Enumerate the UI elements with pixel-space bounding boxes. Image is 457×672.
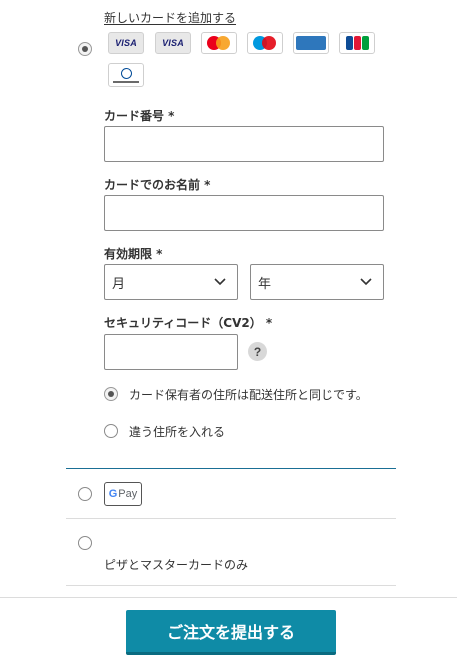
chevron-down-icon bbox=[360, 278, 372, 286]
visa-electron-logo: VISA bbox=[155, 32, 191, 54]
help-icon[interactable]: ? bbox=[248, 342, 267, 361]
google-pay-text: Pay bbox=[118, 488, 138, 500]
footer-divider bbox=[0, 597, 457, 598]
visa-logo-text: VISA bbox=[162, 38, 184, 48]
billing-different-radio[interactable] bbox=[104, 424, 118, 438]
expiry-label: 有効期限 * bbox=[104, 247, 163, 261]
security-code-label: セキュリティコード（CV2） * bbox=[104, 316, 273, 330]
chevron-down-icon bbox=[214, 278, 226, 286]
divider bbox=[66, 518, 396, 519]
add-new-card-link[interactable]: 新しいカードを追加する bbox=[104, 9, 236, 26]
billing-different-label: 違う住所を入れる bbox=[129, 425, 226, 439]
diners-club-logo bbox=[108, 63, 144, 87]
divider bbox=[66, 585, 396, 586]
jcb-logo bbox=[339, 32, 375, 54]
expiry-year-select[interactable]: 年 bbox=[250, 264, 384, 300]
visa-logo: VISA bbox=[108, 32, 144, 54]
american-express-logo bbox=[293, 32, 329, 54]
billing-same-radio[interactable] bbox=[104, 387, 118, 401]
billing-same-label: カード保有者の住所は配送住所と同じです。 bbox=[129, 388, 368, 402]
card-number-label: カード番号 * bbox=[104, 109, 175, 123]
card-name-label: カードでのお名前 * bbox=[104, 178, 211, 192]
other-payment-label: ピザとマスターカードのみ bbox=[104, 558, 249, 572]
visa-logo-text: VISA bbox=[115, 38, 137, 48]
other-payment-radio[interactable] bbox=[78, 536, 92, 550]
google-g-icon: G bbox=[108, 488, 118, 500]
expiry-year-value: 年 bbox=[258, 276, 272, 292]
card-name-input[interactable] bbox=[104, 195, 384, 231]
card-number-input[interactable] bbox=[104, 126, 384, 162]
maestro-logo bbox=[247, 32, 283, 54]
section-divider bbox=[66, 468, 396, 469]
google-pay-badge: G Pay bbox=[104, 482, 142, 506]
security-code-input[interactable] bbox=[104, 334, 238, 370]
mastercard-logo bbox=[201, 32, 237, 54]
card-payment-radio[interactable] bbox=[78, 42, 92, 56]
expiry-month-select[interactable]: 月 bbox=[104, 264, 238, 300]
google-pay-radio[interactable] bbox=[78, 487, 92, 501]
submit-order-button[interactable]: ご注文を提出する bbox=[126, 610, 336, 655]
expiry-month-value: 月 bbox=[112, 276, 126, 292]
